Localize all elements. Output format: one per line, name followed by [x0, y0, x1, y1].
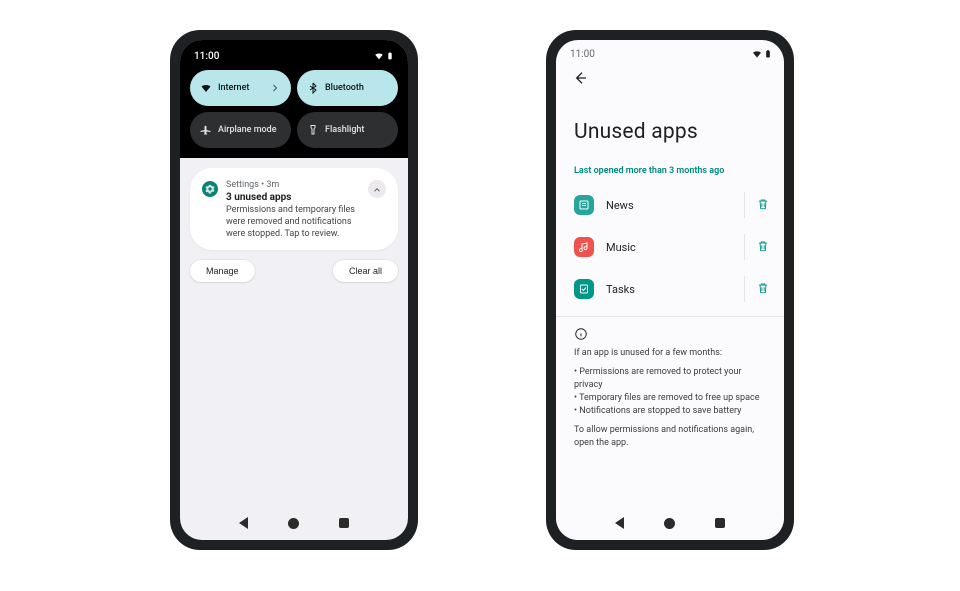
notification-actions: Manage Clear all	[190, 260, 398, 282]
delete-app-button[interactable]	[744, 192, 770, 218]
qs-tile-internet[interactable]: Internet	[190, 70, 291, 106]
app-name: Music	[606, 241, 732, 254]
back-button[interactable]	[568, 68, 592, 92]
qs-tile-label: Internet	[218, 83, 249, 93]
delete-app-button[interactable]	[744, 234, 770, 260]
app-row-tasks[interactable]: Tasks	[556, 268, 784, 310]
quick-settings-panel: 11:00 Internet	[180, 40, 408, 158]
quick-settings-grid: Internet Bluetooth	[190, 70, 398, 148]
app-name: Tasks	[606, 283, 732, 296]
info-lead: If an app is unused for a few months:	[574, 347, 766, 360]
nav-bar	[556, 506, 784, 540]
bluetooth-icon	[307, 82, 319, 94]
nav-home-button[interactable]	[288, 518, 299, 529]
header	[556, 64, 784, 92]
chevron-up-icon	[372, 180, 382, 199]
status-time: 11:00	[194, 51, 219, 62]
trash-icon	[756, 280, 770, 299]
status-bar: 11:00	[190, 48, 398, 70]
battery-status-icon	[764, 48, 772, 60]
nav-bar	[180, 506, 408, 540]
nav-back-button[interactable]	[615, 517, 624, 529]
page-title: Unused apps	[556, 92, 784, 166]
screen-left: 11:00 Internet	[180, 40, 408, 540]
status-bar: 11:00	[556, 40, 784, 64]
wifi-status-icon	[752, 49, 762, 59]
info-trail: To allow permissions and notifications a…	[574, 424, 766, 450]
qs-tile-bluetooth[interactable]: Bluetooth	[297, 70, 398, 106]
tasks-app-icon	[574, 279, 594, 299]
status-icons	[752, 48, 772, 60]
app-name: News	[606, 199, 732, 212]
clear-all-button[interactable]: Clear all	[333, 260, 398, 282]
info-icon	[574, 327, 588, 341]
wifi-status-icon	[374, 51, 384, 61]
settings-icon	[202, 181, 218, 197]
flashlight-icon	[307, 124, 319, 136]
qs-tile-label: Flashlight	[325, 125, 364, 135]
arrow-left-icon	[572, 70, 588, 90]
collapse-notification-button[interactable]	[368, 180, 386, 198]
nav-recents-button[interactable]	[715, 518, 725, 528]
section-label: Last opened more than 3 months ago	[556, 166, 784, 184]
app-row-news[interactable]: News	[556, 184, 784, 226]
info-bullet: Permissions are removed to protect your …	[574, 366, 766, 392]
notification-list: Settings • 3m 3 unused apps Permissions …	[180, 158, 408, 292]
manage-button[interactable]: Manage	[190, 260, 255, 282]
nav-home-button[interactable]	[664, 518, 675, 529]
nav-back-button[interactable]	[239, 517, 248, 529]
notification-meta: Settings • 3m	[226, 180, 360, 190]
music-app-icon	[574, 237, 594, 257]
info-bullet: Notifications are stopped to save batter…	[574, 405, 766, 418]
wifi-icon	[200, 82, 212, 94]
airplane-icon	[200, 124, 212, 136]
battery-status-icon	[386, 50, 394, 62]
qs-tile-flashlight[interactable]: Flashlight	[297, 112, 398, 148]
notification-card[interactable]: Settings • 3m 3 unused apps Permissions …	[190, 168, 398, 250]
status-time: 11:00	[570, 49, 595, 60]
delete-app-button[interactable]	[744, 276, 770, 302]
qs-tile-label: Airplane mode	[218, 125, 277, 135]
qs-tile-airplane[interactable]: Airplane mode	[190, 112, 291, 148]
nav-recents-button[interactable]	[339, 518, 349, 528]
info-bullet: Temporary files are removed to free up s…	[574, 392, 766, 405]
notification-body: Permissions and temporary files were rem…	[226, 204, 360, 240]
phone-frame-left: 11:00 Internet	[170, 30, 418, 550]
info-block: If an app is unused for a few months: Pe…	[556, 327, 784, 450]
chevron-right-icon	[269, 82, 281, 94]
divider	[556, 316, 784, 317]
trash-icon	[756, 238, 770, 257]
qs-tile-label: Bluetooth	[325, 83, 364, 93]
news-app-icon	[574, 195, 594, 215]
screen-right: 11:00 Unused apps Last opened more than …	[556, 40, 784, 540]
app-row-music[interactable]: Music	[556, 226, 784, 268]
status-icons	[374, 50, 394, 62]
phone-frame-right: 11:00 Unused apps Last opened more than …	[546, 30, 794, 550]
notification-title: 3 unused apps	[226, 192, 360, 203]
trash-icon	[756, 196, 770, 215]
info-bullets: Permissions are removed to protect your …	[574, 366, 766, 418]
